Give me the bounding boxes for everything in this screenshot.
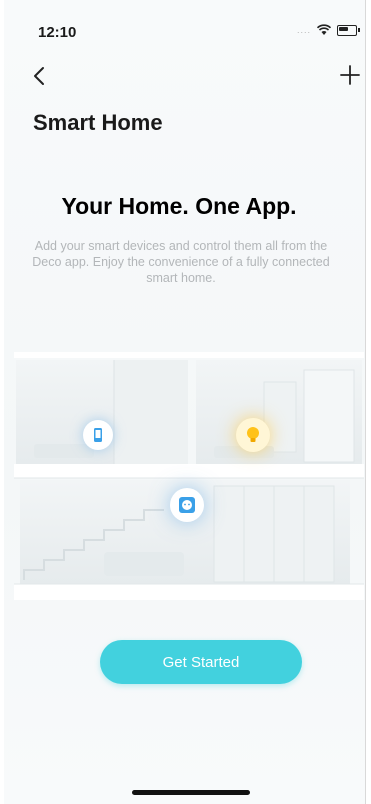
nav-bar — [4, 58, 365, 94]
app-screen: 12:10 .... Smart Home Your Home. One App… — [4, 0, 366, 804]
smartphone-icon — [83, 420, 113, 450]
signal-icon: .... — [296, 25, 311, 35]
status-time: 12:10 — [38, 24, 77, 41]
smart-home-illustration — [14, 352, 364, 600]
status-bar: 12:10 .... — [4, 0, 365, 48]
page-title: Smart Home — [33, 110, 163, 135]
headline: Your Home. One App. — [61, 193, 297, 219]
battery-icon — [337, 24, 360, 36]
back-button[interactable] — [26, 62, 54, 90]
lightbulb-icon — [236, 418, 270, 452]
add-device-button[interactable] — [335, 60, 365, 90]
description: Add your smart devices and control them … — [32, 239, 330, 285]
status-icons: .... — [296, 24, 360, 36]
home-indicator[interactable] — [132, 790, 250, 795]
house-cutaway-drawing — [14, 352, 364, 600]
smart-plug-icon — [170, 488, 204, 522]
get-started-button[interactable]: Get Started — [100, 640, 302, 684]
wifi-icon — [317, 24, 331, 35]
